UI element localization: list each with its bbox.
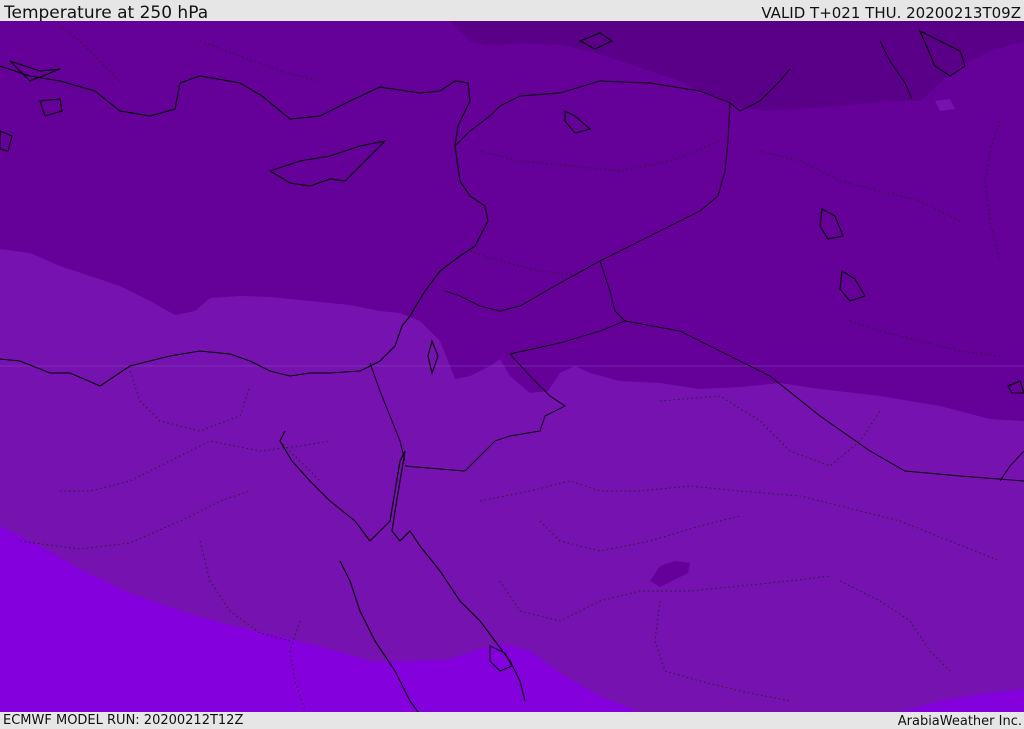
map-canvas[interactable] [0, 21, 1024, 712]
valid-time-label: VALID T+021 THU. 20200213T09Z [761, 4, 1021, 22]
forecast-page: Temperature at 250 hPa VALID T+021 THU. … [0, 0, 1024, 729]
map-title: Temperature at 250 hPa [4, 3, 209, 23]
footer-bar: ECMWF MODEL RUN: 20200212T12Z ArabiaWeat… [0, 712, 1024, 729]
credit-label: ArabiaWeather Inc. [897, 714, 1022, 729]
model-run-label: ECMWF MODEL RUN: 20200212T12Z [3, 713, 244, 728]
temperature-map [0, 21, 1024, 712]
header-bar: Temperature at 250 hPa VALID T+021 THU. … [0, 0, 1024, 22]
